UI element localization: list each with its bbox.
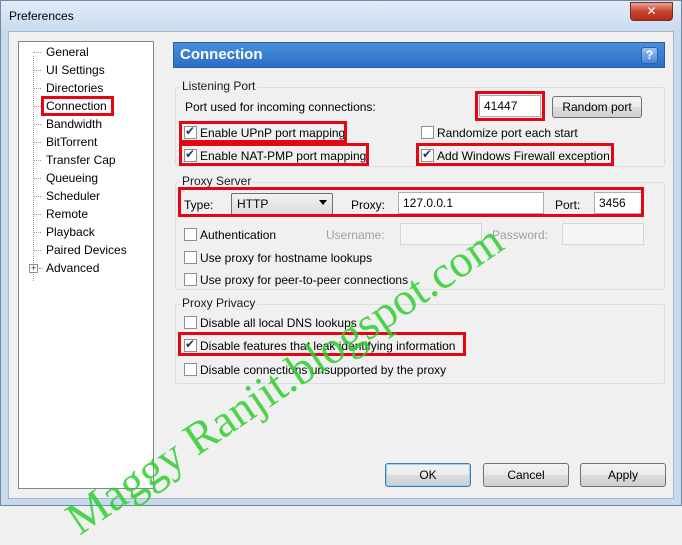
- section-header: Connection ?: [173, 42, 665, 68]
- disable-dns-checkbox[interactable]: [184, 316, 197, 329]
- apply-button[interactable]: Apply: [580, 463, 666, 487]
- randomize-port-label: Randomize port each start: [437, 126, 578, 140]
- hostname-lookups-checkbox[interactable]: [184, 251, 197, 264]
- password-input[interactable]: [562, 223, 644, 245]
- authentication-label: Authentication: [200, 228, 277, 242]
- cancel-button[interactable]: Cancel: [483, 463, 569, 487]
- close-icon: ✕: [646, 4, 657, 18]
- tree-connector: [33, 56, 34, 281]
- highlight-box: [41, 96, 114, 116]
- dialog-client-area: General UI Settings Directories Connecti…: [8, 31, 674, 499]
- tree-item-label: Scheduler: [46, 189, 101, 203]
- tree-item-label: Bandwidth: [46, 117, 103, 131]
- tree-item-label: Remote: [46, 207, 89, 221]
- group-title: Listening Port: [180, 79, 258, 93]
- randomize-port-checkbox[interactable]: [421, 126, 434, 139]
- highlight-box: [179, 143, 369, 166]
- close-button[interactable]: ✕: [630, 2, 673, 21]
- title-bar: Preferences ✕: [1, 1, 681, 31]
- tree-item-label: Queueing: [46, 171, 99, 185]
- password-label: Password:: [492, 228, 549, 242]
- highlight-box: [475, 91, 545, 121]
- hostname-lookups-label: Use proxy for hostname lookups: [200, 251, 373, 265]
- help-icon[interactable]: ?: [641, 47, 658, 64]
- highlight-box: [178, 332, 466, 356]
- tree-item-label: Playback: [46, 225, 95, 239]
- tree-item-label: Directories: [46, 81, 104, 95]
- username-input[interactable]: [400, 223, 482, 245]
- authentication-checkbox[interactable]: [184, 228, 197, 241]
- highlight-box: [178, 187, 644, 217]
- disable-unsupported-checkbox[interactable]: [184, 363, 197, 376]
- group-title: Proxy Privacy: [180, 296, 258, 310]
- highlight-box: [179, 121, 347, 143]
- tree-item-label: Transfer Cap: [46, 153, 116, 167]
- username-label: Username:: [326, 228, 385, 242]
- tree-item-label: UI Settings: [46, 63, 105, 77]
- tree-item-label: Advanced: [46, 261, 100, 275]
- disable-unsupported-label: Disable connections unsupported by the p…: [200, 363, 447, 377]
- group-title: Proxy Server: [180, 174, 254, 188]
- disable-dns-label: Disable all local DNS lookups: [200, 316, 357, 330]
- port-label: Port used for incoming connections:: [185, 100, 376, 114]
- expand-plus-icon[interactable]: +: [29, 264, 38, 273]
- category-tree[interactable]: General UI Settings Directories Connecti…: [18, 41, 154, 489]
- preferences-window: Preferences ✕ General UI Settings Direct…: [0, 0, 682, 544]
- tree-item-label: BitTorrent: [46, 135, 98, 149]
- peer-connections-checkbox[interactable]: [184, 273, 197, 286]
- window-title: Preferences: [9, 9, 74, 23]
- ok-button[interactable]: OK: [385, 463, 471, 487]
- tree-item-label: Paired Devices: [46, 243, 127, 257]
- random-port-button[interactable]: Random port: [552, 96, 642, 118]
- page-title: Connection: [180, 46, 263, 63]
- tree-item-label: General: [46, 45, 89, 59]
- highlight-box: [416, 143, 614, 166]
- peer-connections-label: Use proxy for peer-to-peer connections: [200, 273, 409, 287]
